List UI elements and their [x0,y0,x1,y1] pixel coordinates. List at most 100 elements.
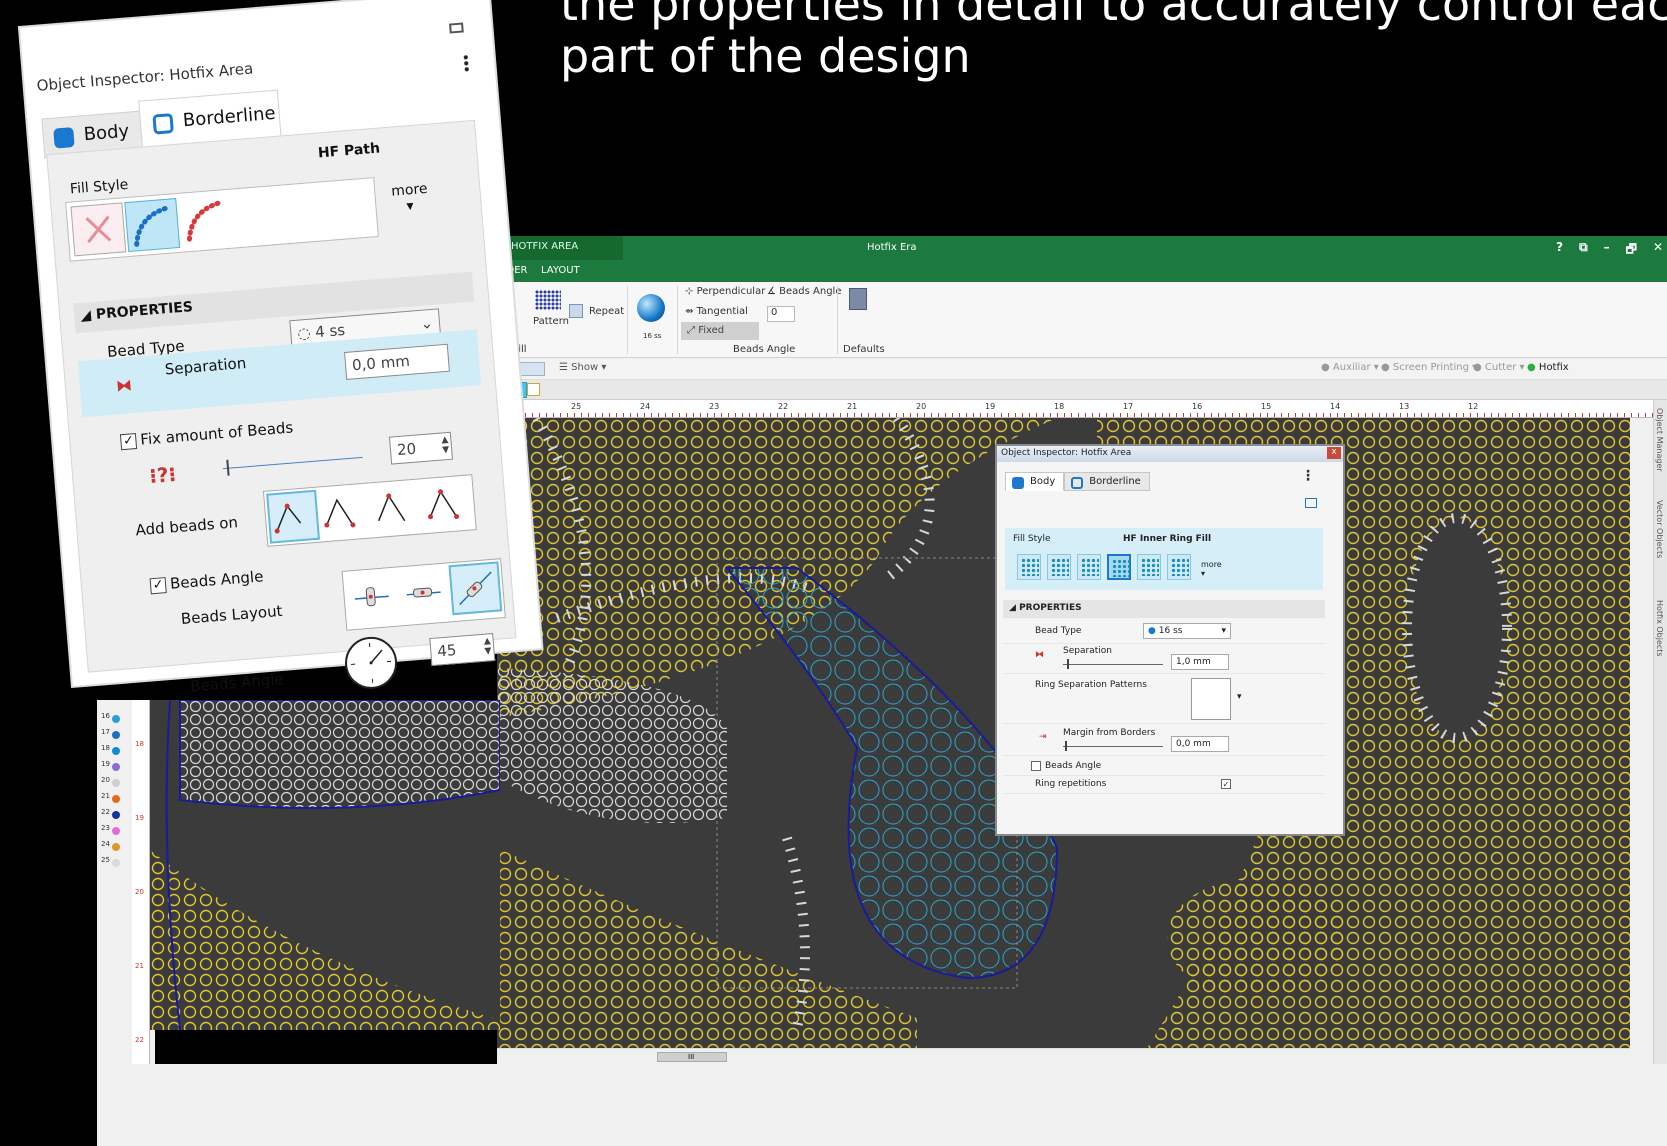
layer-auxiliar[interactable]: ● Auxiliar ▾ [1321,362,1379,373]
beads-angle-checkbox[interactable] [1031,761,1041,771]
beads-angle-input[interactable]: 45 ▲ ▼ [429,633,496,667]
layer-cutter[interactable]: ● Cutter ▾ [1473,362,1525,373]
dock-object-manager[interactable]: Object Manager [1655,408,1664,472]
add-beads-ends[interactable] [318,486,372,540]
beads-angle-button[interactable]: ∡ Beads Angle [767,286,842,297]
palette-item[interactable]: 18 [97,744,123,758]
screenshot-stage: the properties in detail to accurately c… [0,0,1667,1146]
headline-line-1: the properties in detail to accurately c… [560,0,1667,31]
perpendicular-option[interactable]: ⊹ Perpendicular [685,286,765,297]
restore-button[interactable]: 🗗 [1626,240,1637,261]
fill-style-heart[interactable] [1047,554,1071,580]
ruler-label: 13 [1399,402,1410,411]
ribbon-display-button[interactable]: ⧉ [1579,240,1588,261]
more-menu-icon[interactable] [463,54,469,73]
more-fill-styles[interactable]: more ▾ [1201,560,1222,578]
fill-style-scatter[interactable] [1137,554,1161,580]
vertical-scrollbar[interactable] [1633,418,1651,1048]
palette-item[interactable]: 19 [97,760,123,774]
dial-needle [351,642,392,683]
tab-borderline[interactable]: Borderline [1064,472,1150,491]
properties-header[interactable]: ◢ PROPERTIES [1003,600,1325,618]
margin-input[interactable]: 0,0 mm [1171,736,1229,752]
fill-style-band: Fill Style HF Inner Ring Fill more ▾ [1005,528,1323,590]
layout-icon[interactable] [1305,498,1317,508]
separation-slider[interactable] [1063,664,1163,665]
context-tab-hotfix-area[interactable]: HOTFIX AREA [497,236,623,260]
palette-item[interactable]: 21 [97,792,123,806]
margin-label: Margin from Borders [1063,728,1156,738]
separation-input[interactable]: 1,0 mm [1171,654,1229,670]
dock-hotfix-objects[interactable]: Hotfix Objects [1655,600,1664,657]
close-button[interactable]: ✕ [1653,240,1663,261]
borderline-icon [1071,477,1084,489]
vruler-label: 18 [135,740,144,748]
palette-item[interactable]: 22 [97,808,123,822]
ring-pattern-swatch[interactable] [1191,678,1231,720]
fix-amount-slider[interactable] [222,456,363,470]
design-canvas-left[interactable] [150,700,500,1030]
more-menu-icon[interactable]: ⋮ [1301,468,1315,484]
layer-hotfix[interactable]: ● Hotfix [1527,362,1569,373]
add-beads-vertices-sel[interactable] [266,489,320,544]
layout-fixed[interactable] [448,561,503,616]
angle-icon: ∡ [767,286,780,297]
more-fill-styles[interactable]: more ▾ [391,181,430,216]
minimize-button[interactable]: – [1604,240,1610,261]
chevron-down-icon[interactable]: ▾ [1237,692,1242,702]
fix-amount-input[interactable]: 20 ▲ ▼ [388,431,454,465]
fill-style-inner-ring[interactable] [1107,554,1131,580]
layout-tangential[interactable] [399,567,453,621]
fill-style-dense[interactable] [1077,554,1101,580]
palette-item[interactable]: 17 [97,728,123,742]
help-button[interactable]: ? [1556,240,1563,261]
bead-type-select[interactable]: ● 16 ss ▾ [1143,623,1231,639]
beads-angle-spin[interactable]: 0 [767,306,795,322]
palette-item[interactable]: 25 [97,856,123,870]
bead-globe-icon[interactable] [637,294,665,322]
palette-item[interactable]: 23 [97,824,123,838]
layout-perpendicular[interactable] [347,572,401,626]
tab-layout[interactable]: LAYOUT [541,265,580,276]
fill-style-random[interactable] [1167,554,1191,580]
scroll-thumb[interactable]: III [657,1052,727,1062]
palette-item[interactable]: 24 [97,840,123,854]
fill-style-value: HF Path [317,140,381,162]
pattern-icon[interactable] [535,290,561,310]
separation-input[interactable]: 0,0 mm [344,343,450,380]
palette-item[interactable]: 16 [97,712,123,726]
horizontal-scrollbar[interactable]: III [497,1048,1630,1064]
ruler-label: 12 [1468,402,1479,411]
layer-screen-printing[interactable]: ● Screen Printing ▾ [1381,362,1477,373]
fill-style-none[interactable] [70,202,127,257]
separation-slider-knob[interactable] [1067,659,1069,669]
add-beads-all[interactable] [422,477,476,531]
repeat-button[interactable]: Repeat [589,306,624,317]
margin-slider[interactable] [1063,746,1163,747]
margin-slider-knob[interactable] [1065,741,1067,751]
pattern-label[interactable]: Pattern [533,316,569,327]
ring-repetitions-checkbox[interactable]: ✓ [1221,779,1231,789]
palette-item[interactable]: 20 [97,776,123,790]
fill-style-grid[interactable] [1017,554,1041,580]
add-beads-corners[interactable] [370,481,424,535]
fixed-option[interactable]: ⤢ Fixed [681,322,759,340]
tangential-option[interactable]: ⇴ Tangential [685,306,748,317]
perpendicular-icon [354,587,389,607]
minimize-icon[interactable] [449,22,464,34]
show-dropdown[interactable]: ☰ Show ▾ [559,362,606,373]
row-bead-type: Bead Type ● 16 ss ▾ [1003,620,1325,644]
new-doc-icon[interactable] [527,383,540,396]
dock-vector-objects[interactable]: Vector Objects [1655,500,1664,558]
status-bar [97,1064,1667,1146]
tab-body[interactable]: Body [1005,472,1065,491]
fix-amount-checkbox[interactable]: ✓ [119,433,138,451]
close-icon [85,215,112,244]
fill-style-hf-path-color[interactable] [178,193,234,248]
beads-angle-checkbox[interactable]: ✓ [149,577,167,595]
app-window: HOTFIX AREA Hotfix Era ? ⧉ – 🗗 ✕ BORDER … [475,236,1667,1146]
defaults-icon[interactable] [849,288,867,310]
close-icon[interactable]: x [1327,447,1341,459]
fill-style-hf-path[interactable] [124,198,181,253]
beads-angle-dial[interactable] [343,634,400,691]
